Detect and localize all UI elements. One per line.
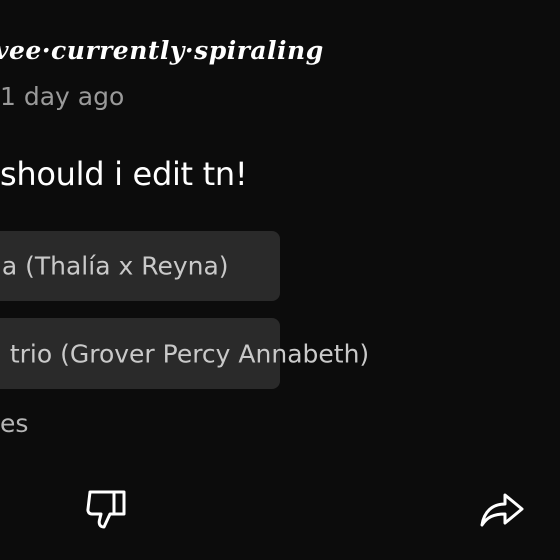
poll-option-2[interactable]: g trio (Grover Percy Annabeth)	[0, 318, 369, 389]
post-timestamp: 1 day ago	[0, 82, 125, 111]
post-card: vee·currently·spiraling 1 day ago should…	[0, 0, 560, 560]
poll-votes-label: es	[0, 409, 29, 438]
share-arrow-icon	[480, 493, 524, 527]
poll-option-label: na (Thalía x Reyna)	[0, 251, 229, 281]
author-name[interactable]: vee·currently·spiraling	[0, 36, 324, 65]
share-button[interactable]	[478, 484, 526, 532]
poll-option-label: g trio (Grover Percy Annabeth)	[0, 339, 370, 368]
poll-option-1[interactable]: na (Thalía x Reyna)	[0, 231, 280, 301]
post-text: should i edit tn!	[0, 155, 248, 193]
thumbs-down-icon	[86, 490, 126, 529]
dislike-button[interactable]	[83, 484, 131, 532]
